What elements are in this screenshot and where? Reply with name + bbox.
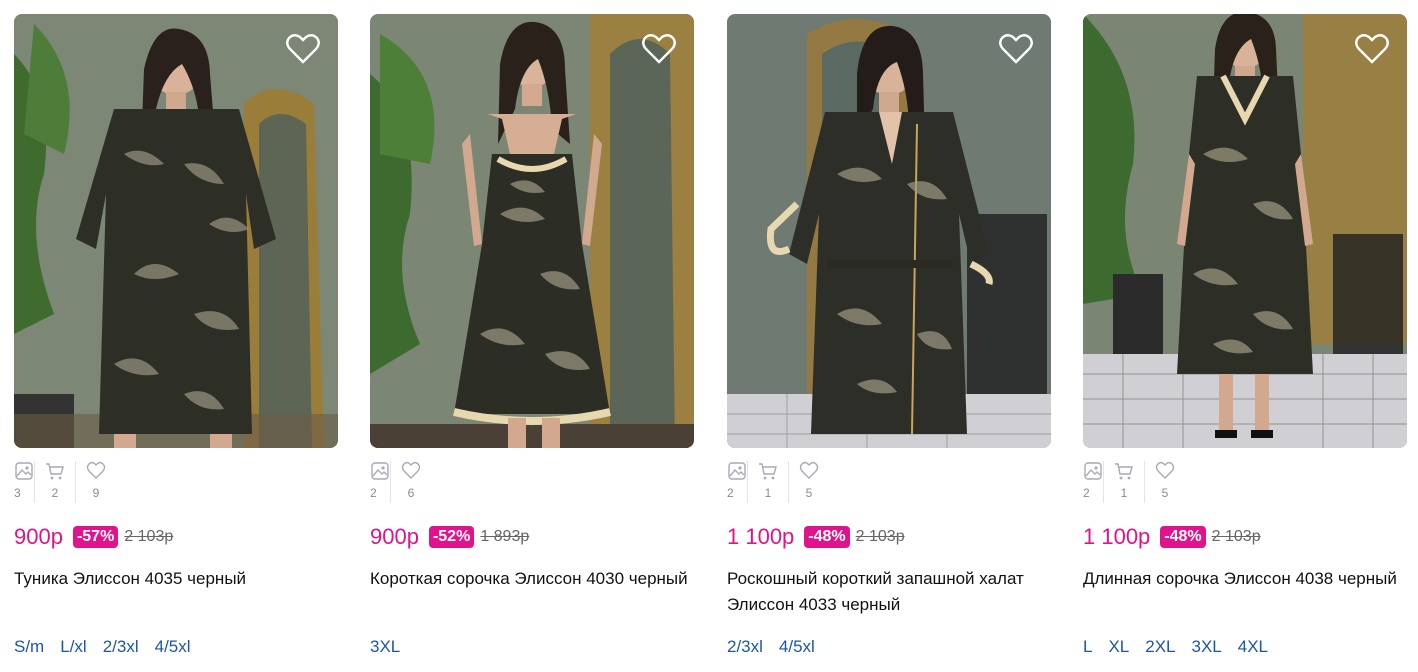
favorite-heart-icon[interactable] (1355, 34, 1389, 64)
product-image (370, 14, 694, 448)
product-stats: 2 1 5 (1083, 461, 1185, 505)
cart-count: 2 (51, 486, 59, 500)
size-option[interactable]: 3XL (370, 637, 400, 657)
size-option[interactable]: 2XL (1145, 637, 1175, 657)
cart-icon (46, 463, 64, 480)
product-image (1083, 14, 1407, 448)
price-row: 1 100р -48% 2 103р (727, 524, 905, 550)
current-price: 1 100р (727, 524, 795, 549)
cart-icon (759, 463, 777, 480)
stat-likes[interactable]: 5 (789, 461, 829, 503)
product-card[interactable]: 3 2 9 900р -57% 2 103р Туника Элиссон 40… (14, 14, 340, 672)
image-icon (1084, 462, 1102, 480)
cart-icon (1115, 463, 1133, 480)
product-photo[interactable] (727, 14, 1051, 448)
stat-photos[interactable]: 2 (727, 461, 748, 503)
likes-count: 6 (407, 486, 415, 500)
photos-count: 2 (727, 486, 734, 500)
stat-cart[interactable]: 2 (35, 461, 76, 503)
product-image (727, 14, 1051, 448)
product-stats: 2 6 (370, 461, 431, 505)
product-card[interactable]: 2 1 5 1 100р -48% 2 103р Длинная сорочка… (1083, 14, 1409, 672)
size-option[interactable]: 4/5xl (779, 637, 815, 657)
price-row: 900р -52% 1 893р (370, 524, 529, 550)
favorite-heart-icon[interactable] (642, 34, 676, 64)
cart-count: 1 (1120, 486, 1128, 500)
size-option[interactable]: 4XL (1238, 637, 1268, 657)
product-card[interactable]: 2 6 900р -52% 1 893р Короткая сорочка Эл… (370, 14, 696, 672)
heart-outline-icon (401, 461, 421, 479)
product-title[interactable]: Туника Элиссон 4035 черный (14, 566, 334, 592)
stat-likes[interactable]: 9 (76, 461, 116, 503)
discount-badge: -57% (72, 526, 119, 548)
size-list: S/m L/xl 2/3xl 4/5xl (14, 637, 191, 657)
likes-count: 9 (92, 486, 100, 500)
image-icon (371, 462, 389, 480)
heart-outline-icon (86, 461, 106, 479)
current-price: 900р (14, 524, 63, 549)
size-option[interactable]: L/xl (60, 637, 86, 657)
stat-cart[interactable]: 1 (748, 461, 789, 503)
size-list: 3XL (370, 637, 400, 657)
size-option[interactable]: L (1083, 637, 1092, 657)
discount-badge: -52% (428, 526, 475, 548)
stat-cart[interactable]: 1 (1104, 461, 1145, 503)
likes-count: 5 (1161, 486, 1169, 500)
heart-outline-icon (1155, 461, 1175, 479)
price-row: 900р -57% 2 103р (14, 524, 173, 550)
product-grid: 3 2 9 900р -57% 2 103р Туника Элиссон 40… (0, 0, 1418, 672)
price-row: 1 100р -48% 2 103р (1083, 524, 1261, 550)
product-photo[interactable] (1083, 14, 1407, 448)
size-list: 2/3xl 4/5xl (727, 637, 815, 657)
product-photo[interactable] (370, 14, 694, 448)
favorite-heart-icon[interactable] (999, 34, 1033, 64)
product-stats: 2 1 5 (727, 461, 829, 505)
size-option[interactable]: 2/3xl (727, 637, 763, 657)
photos-count: 3 (14, 486, 21, 500)
old-price: 1 893р (480, 528, 530, 545)
size-option[interactable]: XL (1108, 637, 1129, 657)
stat-photos[interactable]: 2 (370, 461, 391, 503)
size-option[interactable]: 3XL (1192, 637, 1222, 657)
size-list: L XL 2XL 3XL 4XL (1083, 637, 1268, 657)
product-image (14, 14, 338, 448)
current-price: 900р (370, 524, 419, 549)
stat-likes[interactable]: 6 (391, 461, 431, 503)
cart-count: 1 (764, 486, 772, 500)
old-price: 2 103р (1211, 528, 1261, 545)
stat-photos[interactable]: 3 (14, 461, 35, 503)
favorite-heart-icon[interactable] (286, 34, 320, 64)
image-icon (15, 462, 33, 480)
product-title[interactable]: Роскошный короткий запашной халат Элиссо… (727, 566, 1047, 618)
heart-outline-icon (799, 461, 819, 479)
size-option[interactable]: 2/3xl (103, 637, 139, 657)
photos-count: 2 (1083, 486, 1090, 500)
product-stats: 3 2 9 (14, 461, 116, 505)
photos-count: 2 (370, 486, 377, 500)
stat-likes[interactable]: 5 (1145, 461, 1185, 503)
stat-photos[interactable]: 2 (1083, 461, 1104, 503)
product-card[interactable]: 2 1 5 1 100р -48% 2 103р Роскошный корот… (727, 14, 1053, 672)
old-price: 2 103р (855, 528, 905, 545)
discount-badge: -48% (804, 526, 850, 548)
product-title[interactable]: Длинная сорочка Элиссон 4038 черный (1083, 566, 1403, 592)
current-price: 1 100р (1083, 524, 1151, 549)
size-option[interactable]: 4/5xl (155, 637, 191, 657)
product-title[interactable]: Короткая сорочка Элиссон 4030 черный (370, 566, 690, 592)
product-photo[interactable] (14, 14, 338, 448)
image-icon (728, 462, 746, 480)
likes-count: 5 (805, 486, 813, 500)
discount-badge: -48% (1160, 526, 1206, 548)
old-price: 2 103р (124, 528, 174, 545)
size-option[interactable]: S/m (14, 637, 44, 657)
